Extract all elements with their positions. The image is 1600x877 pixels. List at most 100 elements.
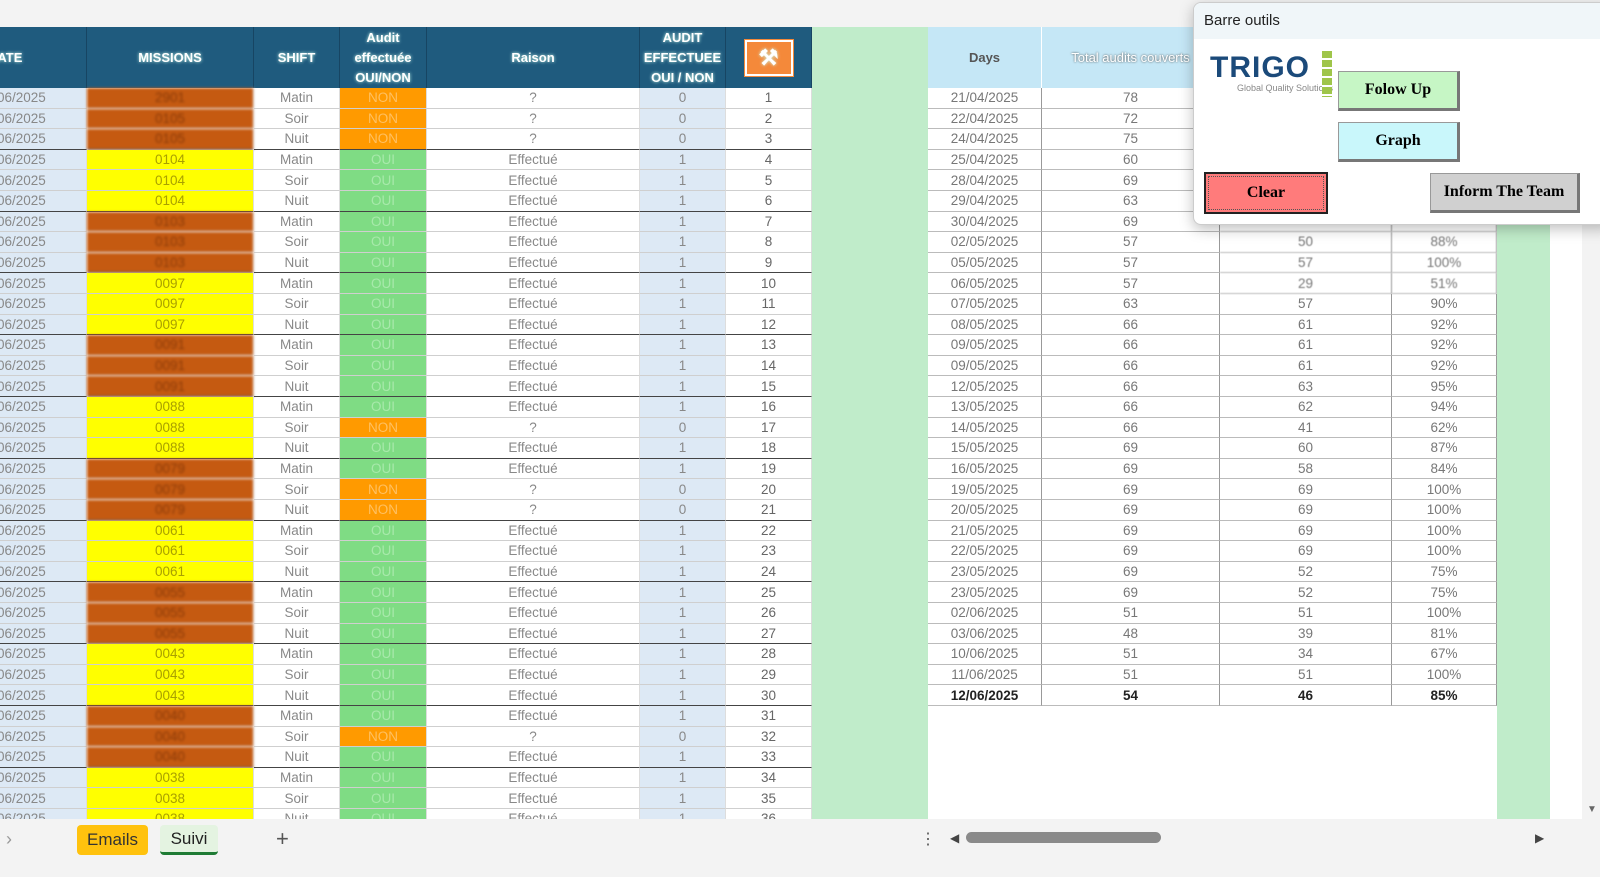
summary-cell-percentage[interactable]: 92% bbox=[1392, 335, 1497, 356]
cell-date[interactable]: 06/2025 bbox=[0, 458, 87, 480]
cell-date[interactable]: 06/2025 bbox=[0, 294, 87, 315]
cell-raison[interactable]: ? bbox=[427, 479, 640, 500]
summary-cell-days[interactable]: 23/05/2025 bbox=[928, 561, 1042, 583]
cell-missions[interactable]: 0043 bbox=[87, 685, 254, 706]
cell-audit-status[interactable]: OUI bbox=[340, 706, 427, 727]
cell-shift[interactable]: Soir bbox=[254, 603, 340, 624]
summary-cell-audits-done[interactable]: 50 bbox=[1220, 232, 1392, 253]
summary-cell-days[interactable]: 09/05/2025 bbox=[928, 335, 1042, 356]
cell-shift[interactable]: Nuit bbox=[254, 623, 340, 645]
cell-missions[interactable]: 0079 bbox=[87, 458, 254, 480]
summary-cell-total-audits[interactable]: 69 bbox=[1042, 582, 1220, 603]
cell-row-number[interactable]: 22 bbox=[726, 520, 812, 542]
summary-cell-total-audits[interactable]: 66 bbox=[1042, 376, 1220, 397]
cell-missions[interactable]: 0091 bbox=[87, 376, 254, 397]
summary-cell-audits-done[interactable]: 69 bbox=[1220, 500, 1392, 521]
cell-raison[interactable]: Effectué bbox=[427, 706, 640, 727]
cell-raison[interactable]: Effectué bbox=[427, 458, 640, 480]
cell-missions[interactable]: 0061 bbox=[87, 520, 254, 542]
summary-cell-total-audits[interactable]: 69 bbox=[1042, 479, 1220, 500]
cell-missions[interactable]: 0040 bbox=[87, 706, 254, 727]
cell-missions[interactable]: 0097 bbox=[87, 314, 254, 336]
summary-cell-days[interactable]: 23/05/2025 bbox=[928, 582, 1042, 603]
cell-shift[interactable]: Soir bbox=[254, 170, 340, 191]
cell-missions[interactable]: 0040 bbox=[87, 726, 254, 748]
summary-cell-days[interactable]: 22/05/2025 bbox=[928, 541, 1042, 562]
summary-cell-percentage[interactable]: 81% bbox=[1392, 623, 1497, 645]
cell-date[interactable]: 06/2025 bbox=[0, 232, 87, 253]
cell-missions[interactable]: 0104 bbox=[87, 149, 254, 171]
summary-cell-percentage[interactable]: 92% bbox=[1392, 314, 1497, 336]
summary-cell-days[interactable]: 10/06/2025 bbox=[928, 644, 1042, 665]
cell-shift[interactable]: Matin bbox=[254, 88, 340, 109]
cell-shift[interactable]: Soir bbox=[254, 479, 340, 500]
cell-date[interactable]: 06/2025 bbox=[0, 479, 87, 500]
cell-missions[interactable]: 0061 bbox=[87, 561, 254, 583]
cell-missions[interactable]: 0104 bbox=[87, 191, 254, 212]
cell-raison[interactable]: Effectué bbox=[427, 376, 640, 397]
summary-cell-days[interactable]: 07/05/2025 bbox=[928, 294, 1042, 315]
cell-missions[interactable]: 0055 bbox=[87, 582, 254, 603]
summary-cell-total-audits[interactable]: 69 bbox=[1042, 458, 1220, 480]
follow-up-button[interactable]: Folow Up bbox=[1338, 71, 1460, 111]
cell-raison[interactable]: Effectué bbox=[427, 788, 640, 809]
cell-date[interactable]: 06/2025 bbox=[0, 561, 87, 583]
summary-cell-days[interactable]: 12/06/2025 bbox=[928, 685, 1042, 706]
cell-audit-status[interactable]: OUI bbox=[340, 809, 427, 819]
cell-audit-value[interactable]: 1 bbox=[640, 170, 726, 191]
cell-date[interactable]: 06/2025 bbox=[0, 397, 87, 418]
cell-audit-status[interactable]: OUI bbox=[340, 767, 427, 789]
summary-cell-days[interactable]: 02/06/2025 bbox=[928, 603, 1042, 624]
cell-row-number[interactable]: 6 bbox=[726, 191, 812, 212]
cell-date[interactable]: 06/2025 bbox=[0, 726, 87, 748]
summary-cell-audits-done[interactable]: 61 bbox=[1220, 314, 1392, 336]
cell-missions[interactable]: 0055 bbox=[87, 623, 254, 645]
cell-row-number[interactable]: 4 bbox=[726, 149, 812, 171]
add-sheet-button[interactable]: + bbox=[276, 826, 289, 852]
scroll-down-icon[interactable]: ▼ bbox=[1587, 804, 1597, 815]
cell-row-number[interactable]: 32 bbox=[726, 726, 812, 748]
cell-audit-value[interactable]: 1 bbox=[640, 788, 726, 809]
cell-audit-value[interactable]: 1 bbox=[640, 706, 726, 727]
cell-missions[interactable]: 0104 bbox=[87, 170, 254, 191]
cell-audit-status[interactable]: OUI bbox=[340, 788, 427, 809]
summary-cell-percentage[interactable]: 100% bbox=[1392, 603, 1497, 624]
summary-cell-percentage[interactable]: 87% bbox=[1392, 438, 1497, 459]
cell-date[interactable]: 06/2025 bbox=[0, 314, 87, 336]
scroll-left-icon[interactable]: ◀ bbox=[950, 831, 959, 845]
cell-audit-value[interactable]: 0 bbox=[640, 108, 726, 130]
cell-audit-status[interactable]: OUI bbox=[340, 232, 427, 253]
summary-cell-days[interactable]: 03/06/2025 bbox=[928, 623, 1042, 645]
summary-cell-days[interactable]: 09/05/2025 bbox=[928, 355, 1042, 377]
cell-audit-status[interactable]: OUI bbox=[340, 582, 427, 603]
cell-missions[interactable]: 0043 bbox=[87, 664, 254, 686]
cell-shift[interactable]: Nuit bbox=[254, 314, 340, 336]
cell-shift[interactable]: Matin bbox=[254, 335, 340, 356]
cell-audit-status[interactable]: OUI bbox=[340, 561, 427, 583]
cell-shift[interactable]: Soir bbox=[254, 108, 340, 130]
cell-audit-value[interactable]: 1 bbox=[640, 767, 726, 789]
cell-audit-value[interactable]: 1 bbox=[640, 376, 726, 397]
cell-shift[interactable]: Soir bbox=[254, 788, 340, 809]
cell-missions[interactable]: 0038 bbox=[87, 809, 254, 819]
cell-date[interactable]: 06/2025 bbox=[0, 520, 87, 542]
summary-cell-days[interactable]: 12/05/2025 bbox=[928, 376, 1042, 397]
cell-missions[interactable]: 0088 bbox=[87, 438, 254, 459]
summary-cell-total-audits[interactable]: 69 bbox=[1042, 438, 1220, 459]
summary-cell-audits-done[interactable]: 69 bbox=[1220, 541, 1392, 562]
cell-missions[interactable]: 0103 bbox=[87, 211, 254, 233]
inform-team-button[interactable]: Inform The Team bbox=[1430, 173, 1580, 213]
cell-date[interactable]: 06/2025 bbox=[0, 767, 87, 789]
summary-cell-percentage[interactable]: 100% bbox=[1392, 252, 1497, 274]
cell-missions[interactable]: 0088 bbox=[87, 397, 254, 418]
cell-audit-status[interactable]: OUI bbox=[340, 664, 427, 686]
summary-cell-days[interactable]: 20/05/2025 bbox=[928, 500, 1042, 521]
cell-audit-status[interactable]: OUI bbox=[340, 355, 427, 377]
cell-audit-value[interactable]: 1 bbox=[640, 355, 726, 377]
summary-cell-days[interactable]: 28/04/2025 bbox=[928, 170, 1042, 191]
cell-raison[interactable]: Effectué bbox=[427, 149, 640, 171]
cell-raison[interactable]: Effectué bbox=[427, 191, 640, 212]
cell-audit-status[interactable]: OUI bbox=[340, 644, 427, 665]
cell-audit-status[interactable]: OUI bbox=[340, 191, 427, 212]
cell-shift[interactable]: Matin bbox=[254, 397, 340, 418]
